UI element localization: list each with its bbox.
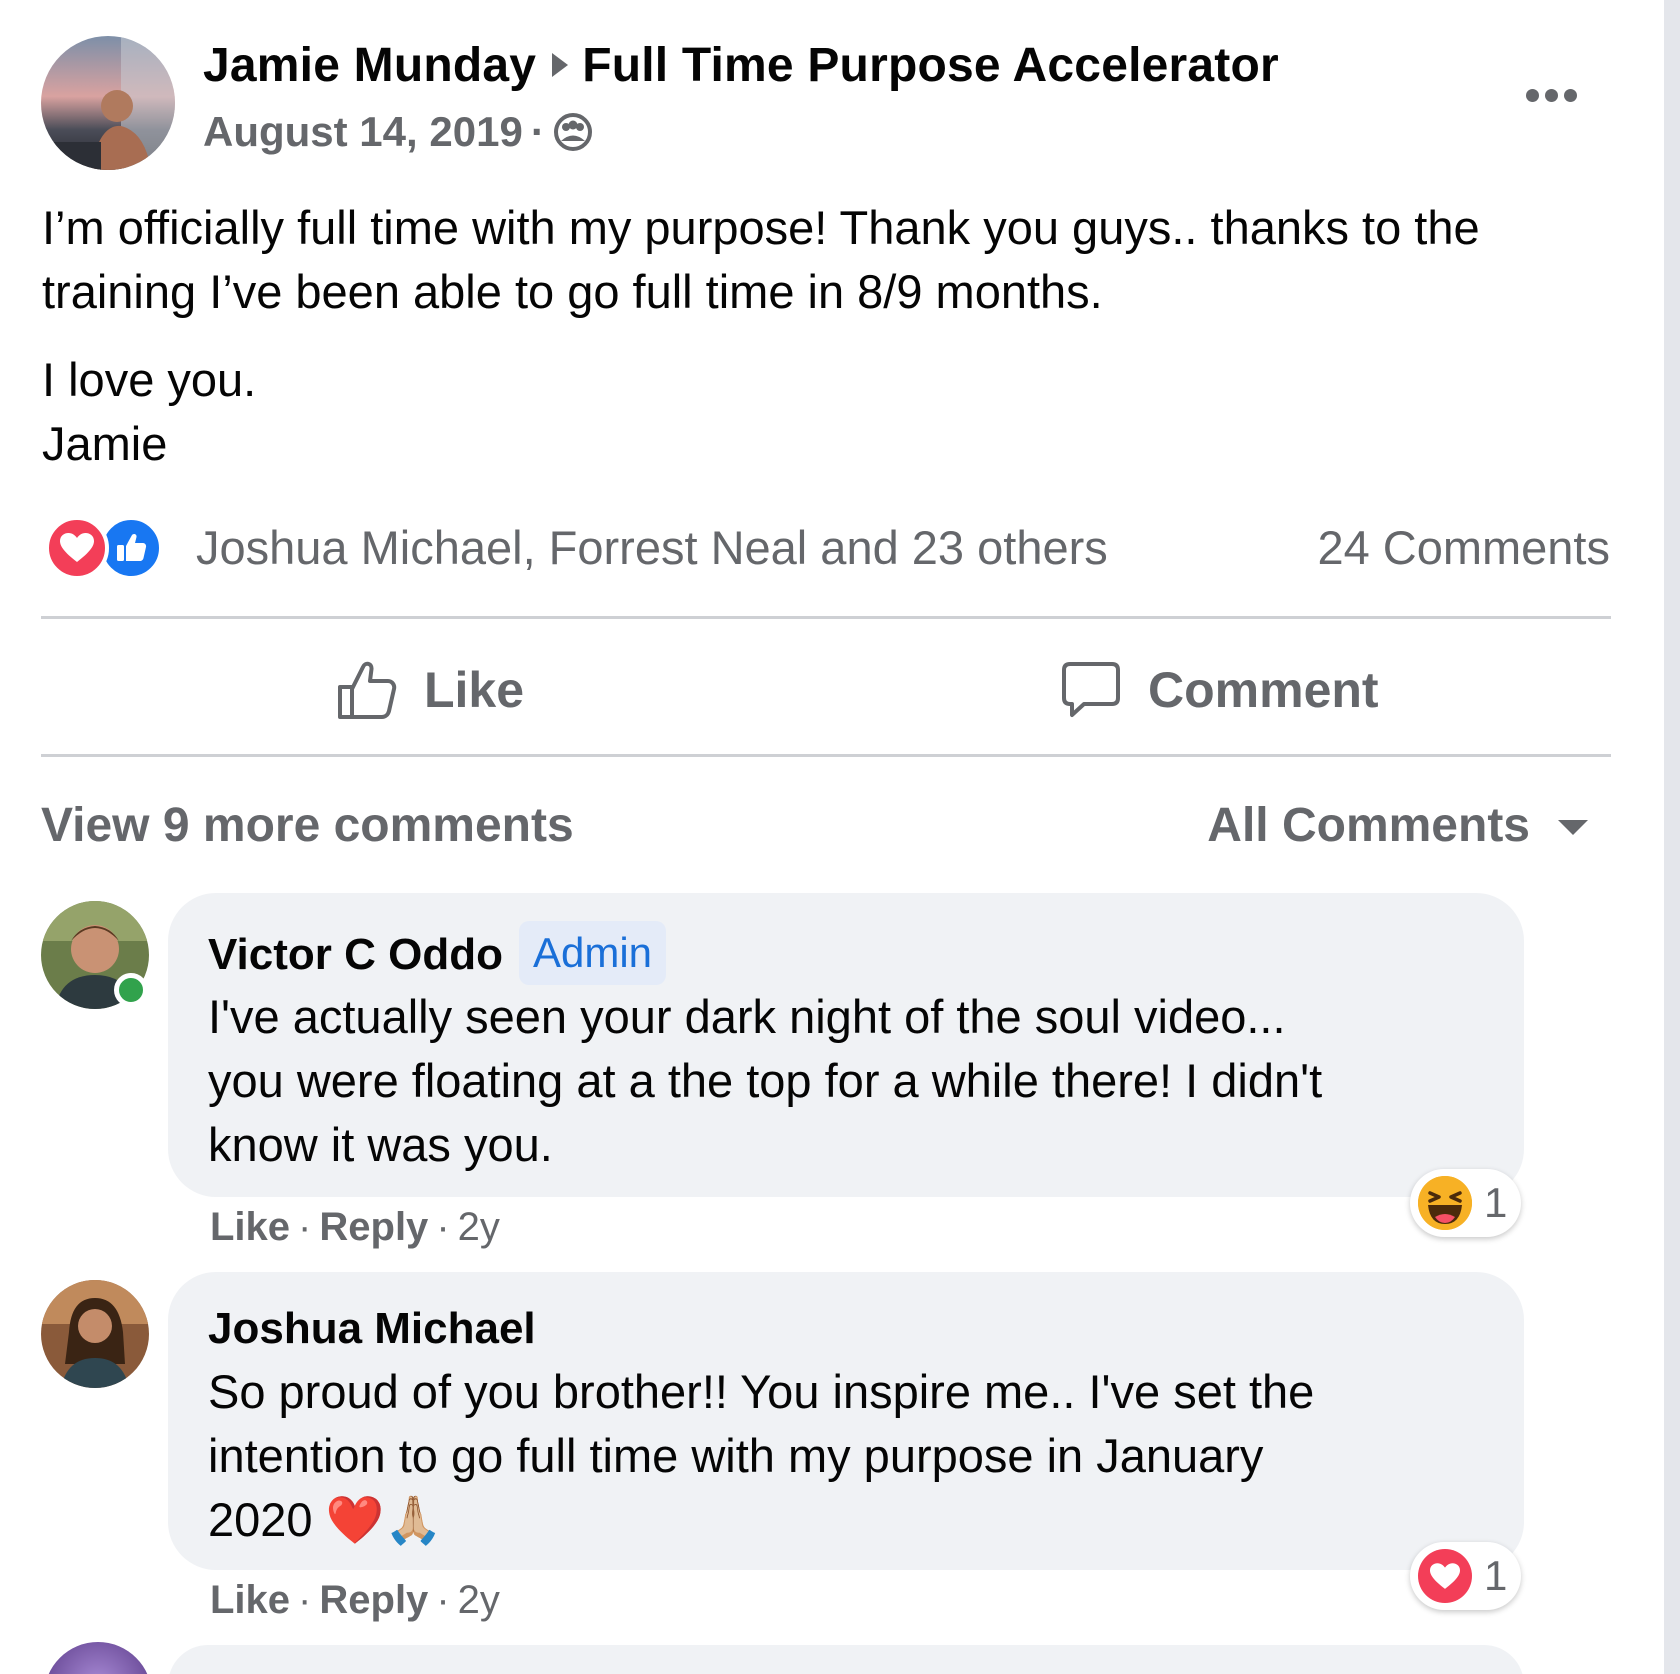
reaction-count: 1 [1484,1552,1508,1599]
group-members-icon [553,113,592,151]
post-body: I’m officially full time with my purpose… [42,196,1622,476]
chevron-down-icon [1558,820,1588,835]
comment-reaction-count[interactable]: 1 [1410,1169,1522,1237]
post-paragraph: I’m officially full time with my purpose… [42,201,1480,318]
comment-age[interactable]: 2y [458,1578,500,1622]
like-button[interactable]: Like [336,650,524,730]
comment-author-row: Victor C Oddo Admin [208,921,667,985]
love-reaction-icon [1418,1549,1472,1603]
more-dot [1525,88,1539,102]
comment-line: intention to go full time with my purpos… [208,1429,1264,1482]
comment-age[interactable]: 2y [458,1205,500,1249]
commenter-avatar[interactable] [41,1280,149,1388]
comment-label: Comment [1148,662,1379,718]
view-more-comments-link[interactable]: View 9 more comments [41,798,574,853]
separator: · [436,1578,450,1622]
comment-author[interactable]: Joshua Michael [208,1304,536,1354]
more-dot [1563,88,1577,102]
page-scroll-edge [1664,0,1680,1674]
post-paragraph: I love you. [42,353,257,406]
reaction-summary[interactable]: Joshua Michael, Forrest Neal and 23 othe… [196,520,1108,575]
comment-reaction-count[interactable]: 1 [1410,1542,1522,1610]
comment-line: So proud of you brother!! You inspire me… [208,1365,1315,1418]
divider [41,616,1611,619]
reaction-icons[interactable] [45,516,163,580]
comments-count[interactable]: 24 Comments [1317,520,1610,575]
comment-like-button[interactable]: Like [210,1205,290,1249]
comment-bubble [168,1645,1524,1674]
divider [41,754,1611,757]
comment-reply-button[interactable]: Reply [319,1578,428,1622]
comment-sort-dropdown[interactable]: All Comments [1207,798,1588,853]
love-reaction-icon [45,516,109,580]
comment-line: I've actually seen your dark night of th… [208,990,1286,1043]
group-name[interactable]: Full Time Purpose Accelerator [582,39,1279,92]
admin-badge: Admin [518,921,667,985]
reaction-count: 1 [1484,1179,1508,1226]
comment-reply-button[interactable]: Reply [319,1205,428,1249]
more-options-icon[interactable] [1518,78,1584,112]
comment-actions: Like · Reply · 2y [210,1205,500,1250]
comment-line: 2020 ❤️🙏🏼 [208,1493,443,1546]
online-status-indicator [114,973,148,1007]
comment-button[interactable]: Comment [1060,650,1379,730]
post-card: Jamie Munday Full Time Purpose Accelerato… [0,0,1664,1674]
meta-separator: · [530,108,545,155]
sort-label: All Comments [1207,799,1530,852]
comment-bubble-icon [1062,662,1120,717]
more-dot [1544,88,1558,102]
thumbs-up-icon [338,661,397,719]
post-meta: August 14, 2019 · [203,108,593,156]
separator: · [298,1205,312,1249]
separator: · [298,1578,312,1622]
separator: · [436,1205,450,1249]
shared-to-arrow-icon [552,53,569,77]
author-name[interactable]: Jamie Munday [203,39,536,92]
commenter-avatar[interactable] [44,1642,152,1674]
comment-bubble: Victor C Oddo Admin I've actually seen yo… [168,893,1524,1197]
comment-text: So proud of you brother!! You inspire me… [208,1360,1488,1552]
comment-bubble: Joshua Michael So proud of you brother!!… [168,1272,1524,1570]
comment-line: you were floating at a the top for a whi… [208,1054,1323,1107]
comment-like-button[interactable]: Like [210,1578,290,1622]
author-avatar[interactable] [41,36,175,170]
comment-author[interactable]: Victor C Oddo [208,930,503,979]
like-label: Like [424,662,525,718]
post-header-title: Jamie Munday Full Time Purpose Accelerato… [203,38,1279,93]
post-paragraph: Jamie [42,417,168,470]
haha-reaction-icon [1418,1176,1472,1230]
post-date[interactable]: August 14, 2019 [203,108,523,155]
comment-text: I've actually seen your dark night of th… [208,985,1488,1177]
comment-line: know it was you. [208,1118,553,1171]
comment-actions: Like · Reply · 2y [210,1578,500,1623]
